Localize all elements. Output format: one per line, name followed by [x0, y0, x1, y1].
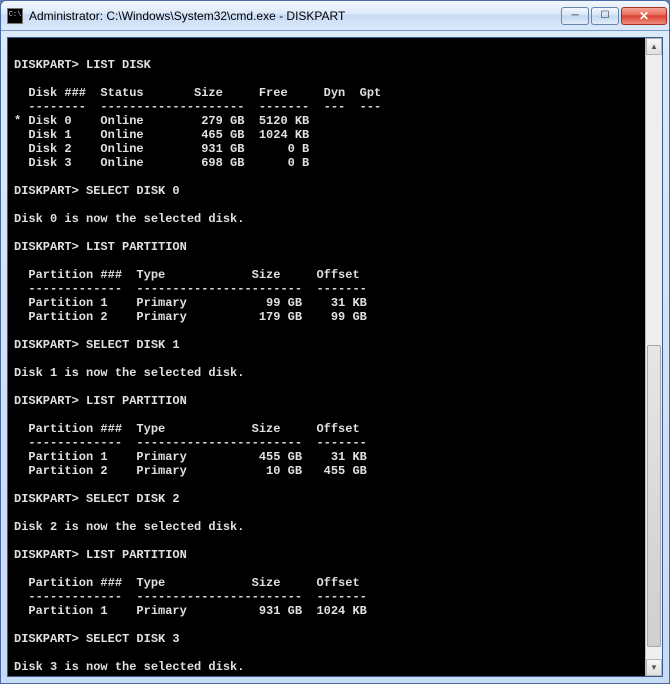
terminal[interactable]: DISKPART> LIST DISK Disk ### Status Size… — [8, 38, 644, 676]
cmd-icon — [7, 8, 23, 24]
minimize-button[interactable]: ─ — [561, 7, 589, 25]
scroll-down-button[interactable]: ▼ — [646, 659, 662, 676]
client-area: DISKPART> LIST DISK Disk ### Status Size… — [1, 31, 669, 683]
maximize-button[interactable]: ☐ — [591, 7, 619, 25]
scroll-track[interactable] — [646, 55, 662, 659]
app-window: Administrator: C:\Windows\System32\cmd.e… — [0, 0, 670, 684]
titlebar[interactable]: Administrator: C:\Windows\System32\cmd.e… — [1, 1, 669, 31]
terminal-wrap: DISKPART> LIST DISK Disk ### Status Size… — [7, 37, 663, 677]
scroll-up-button[interactable]: ▲ — [646, 38, 662, 55]
vertical-scrollbar[interactable]: ▲ ▼ — [645, 38, 662, 676]
window-buttons: ─ ☐ ✕ — [561, 7, 667, 25]
window-title: Administrator: C:\Windows\System32\cmd.e… — [29, 9, 561, 23]
close-button[interactable]: ✕ — [621, 7, 667, 25]
scroll-thumb[interactable] — [647, 345, 661, 647]
